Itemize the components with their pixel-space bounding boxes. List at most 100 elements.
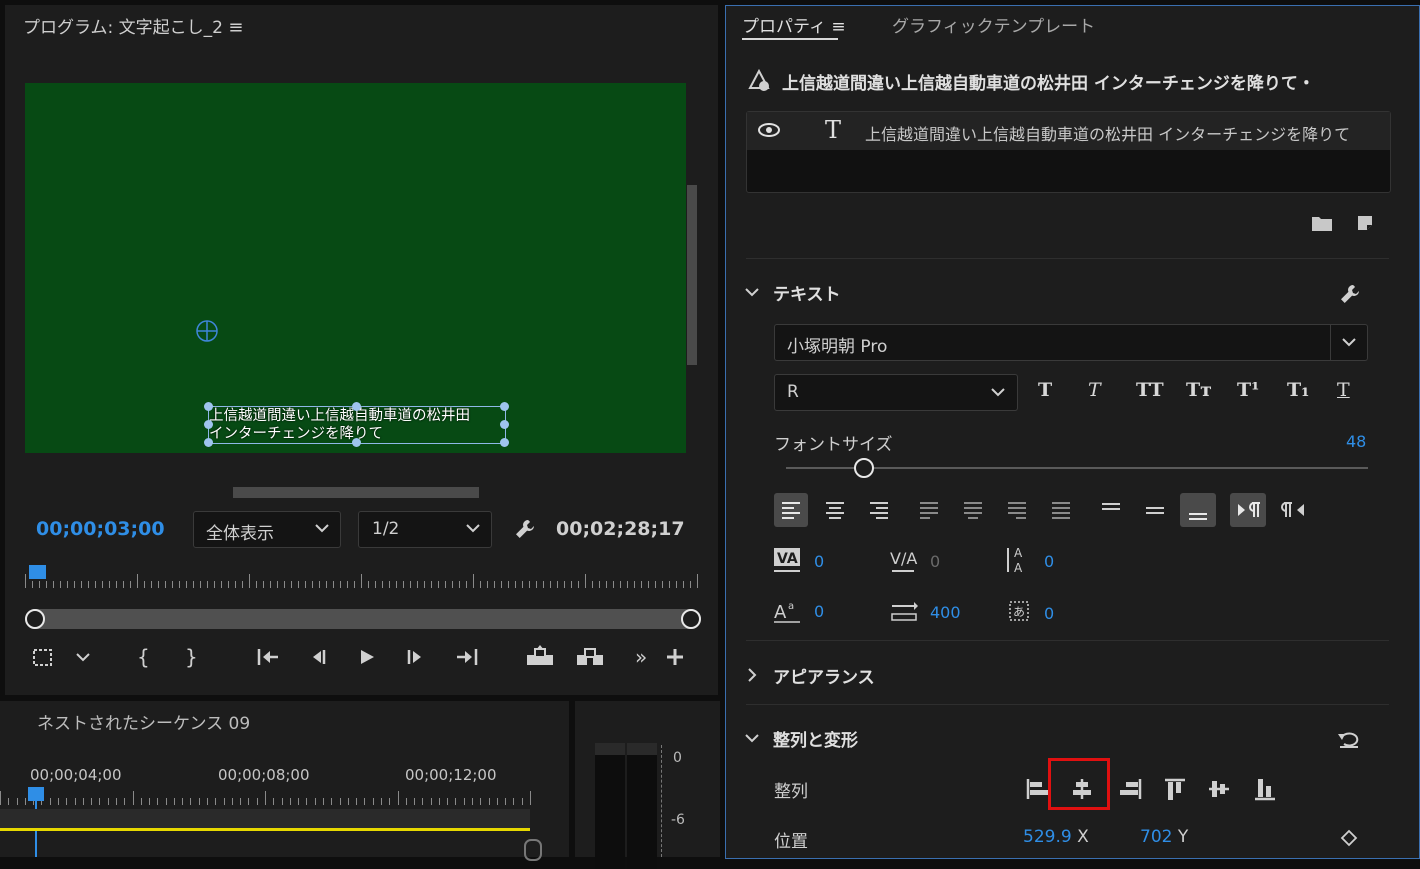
add-button-icon[interactable] — [665, 647, 685, 667]
step-forward-icon[interactable] — [405, 647, 427, 667]
resize-handle[interactable] — [500, 438, 509, 447]
tab-graphics-template[interactable]: グラフィックテンプレート — [892, 12, 1095, 37]
playhead-marker[interactable] — [29, 565, 46, 579]
work-area-bar[interactable] — [0, 828, 530, 831]
align-transform-header[interactable]: 整列と変形 — [773, 726, 858, 751]
align-right-button[interactable] — [862, 493, 896, 527]
chevron-down-icon[interactable] — [744, 732, 760, 744]
resize-handle[interactable] — [500, 420, 509, 429]
kerning-value[interactable]: 0 — [814, 552, 824, 571]
justify-all-button[interactable] — [1044, 493, 1078, 527]
layer-row[interactable]: T 上信越道間違い上信越自動車道の松井田 インターチェンジを降りて — [747, 112, 1390, 150]
position-x-value[interactable]: 529.9 — [1023, 827, 1072, 847]
ruler-tick — [382, 581, 383, 588]
ltr-direction-button[interactable] — [1230, 493, 1266, 527]
align-middle-text-button[interactable] — [1138, 493, 1172, 527]
timeline-panel: ネストされたシーケンス 09 00;00;04;00 00;00;08;00 0… — [0, 701, 569, 861]
font-style-select[interactable]: R — [774, 374, 1018, 411]
leading-value[interactable]: 0 — [1044, 552, 1054, 571]
position-y-suffix: Y — [1177, 827, 1189, 847]
superscript-button[interactable]: T¹ — [1237, 379, 1259, 401]
underline-button[interactable]: T — [1337, 379, 1350, 401]
keyframe-diamond-icon[interactable] — [1340, 829, 1358, 847]
chevron-down-icon[interactable] — [75, 651, 91, 663]
rtl-direction-button[interactable] — [1276, 493, 1312, 527]
justify-center-button[interactable] — [956, 493, 990, 527]
program-monitor-title[interactable]: プログラム: 文字起こし_2 — [23, 18, 223, 38]
export-frame-icon[interactable] — [31, 647, 55, 669]
small-caps-button[interactable]: Tт — [1186, 379, 1212, 401]
align-left-button[interactable] — [774, 493, 808, 527]
current-timecode[interactable]: 00;00;03;00 — [36, 518, 165, 540]
baseline-shift-value[interactable]: 0 — [814, 602, 824, 621]
vertical-scrollbar[interactable] — [687, 185, 697, 365]
scroll-handle[interactable] — [524, 839, 542, 861]
panel-menu-icon[interactable]: ≡ — [228, 17, 243, 38]
tracking-value[interactable]: 0 — [930, 552, 940, 571]
zoom-handle-left[interactable] — [25, 609, 45, 629]
mark-out-icon[interactable]: } — [185, 645, 198, 669]
zoom-scrollbar[interactable] — [25, 609, 701, 629]
subscript-button[interactable]: T₁ — [1287, 379, 1309, 401]
resize-handle[interactable] — [352, 402, 361, 411]
video-frame[interactable]: 上信越道間違い上信越自動車道の松井田 インターチェンジを降りて — [25, 83, 686, 453]
reset-icon[interactable] — [1336, 728, 1362, 750]
eye-icon[interactable] — [758, 123, 780, 137]
align-right-object-icon[interactable] — [1118, 776, 1144, 802]
folder-icon[interactable] — [1311, 214, 1333, 232]
tab-width-value[interactable]: 400 — [930, 603, 961, 622]
text-section-header[interactable]: テキスト — [773, 280, 841, 305]
tsume-value[interactable]: 0 — [1044, 604, 1054, 623]
timeline-ruler[interactable] — [0, 789, 531, 805]
layer-list[interactable]: T 上信越道間違い上信越自動車道の松井田 インターチェンジを降りて — [746, 111, 1391, 193]
font-size-slider-thumb[interactable] — [853, 458, 874, 478]
align-middle-object-icon[interactable] — [1206, 776, 1232, 802]
align-top-text-button[interactable] — [1094, 493, 1128, 527]
wrench-icon[interactable] — [513, 517, 537, 541]
faux-bold-button[interactable]: T — [1038, 379, 1052, 401]
justify-left-button[interactable] — [912, 493, 946, 527]
zoom-handle-right[interactable] — [681, 609, 701, 629]
mark-in-icon[interactable]: { — [137, 645, 150, 669]
anchor-point-icon[interactable] — [195, 319, 219, 343]
chevron-down-icon[interactable] — [744, 286, 760, 298]
sequence-title[interactable]: ネストされたシーケンス 09 — [37, 709, 250, 734]
playback-resolution-select[interactable]: 1/2 — [358, 511, 492, 548]
go-to-in-icon[interactable] — [255, 647, 281, 667]
font-family-select[interactable]: 小塚明朝 Pro — [774, 324, 1368, 361]
align-top-object-icon[interactable] — [1162, 776, 1188, 802]
go-to-out-icon[interactable] — [454, 647, 480, 667]
zoom-level-select[interactable]: 全体表示 — [193, 511, 341, 548]
extract-icon[interactable] — [575, 645, 605, 667]
resize-handle[interactable] — [204, 420, 213, 429]
resize-handle[interactable] — [204, 438, 213, 447]
more-controls-icon[interactable]: » — [635, 645, 647, 669]
lift-icon[interactable] — [525, 645, 555, 667]
resize-handle[interactable] — [204, 402, 213, 411]
align-center-button[interactable] — [818, 493, 852, 527]
caption-text-box[interactable]: 上信越道間違い上信越自動車道の松井田 インターチェンジを降りて — [204, 402, 509, 447]
appearance-section-header[interactable]: アピアランス — [773, 663, 875, 688]
new-layer-icon[interactable] — [1356, 214, 1374, 232]
timeline-playhead-marker[interactable] — [28, 787, 44, 801]
align-bottom-text-button[interactable] — [1180, 493, 1216, 527]
font-size-value[interactable]: 48 — [1346, 432, 1366, 451]
time-ruler[interactable] — [25, 570, 698, 588]
justify-right-button[interactable] — [1000, 493, 1034, 527]
position-y-value[interactable]: 702 — [1140, 827, 1172, 847]
resize-handle[interactable] — [352, 438, 361, 447]
tab-properties[interactable]: プロパティ ≡ — [742, 12, 846, 37]
ruler-tick — [613, 581, 614, 588]
ruler-tick — [140, 798, 142, 805]
ruler-tick — [424, 581, 425, 588]
chevron-right-icon[interactable] — [746, 667, 758, 683]
align-left-object-icon[interactable] — [1024, 776, 1050, 802]
resize-handle[interactable] — [500, 402, 509, 411]
wrench-icon[interactable] — [1338, 282, 1362, 306]
play-icon[interactable] — [357, 647, 377, 667]
faux-italic-button[interactable]: T — [1088, 379, 1101, 401]
all-caps-button[interactable]: TT — [1136, 379, 1164, 401]
horizontal-scrollbar[interactable] — [233, 487, 479, 498]
align-bottom-object-icon[interactable] — [1252, 776, 1278, 802]
step-back-icon[interactable] — [307, 647, 329, 667]
